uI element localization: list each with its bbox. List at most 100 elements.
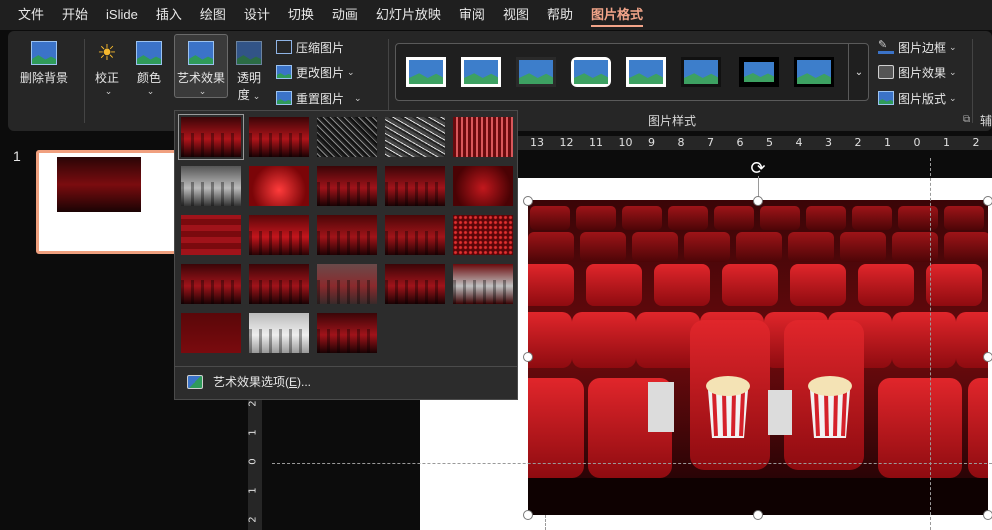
menu-item[interactable]: iSlide: [97, 0, 147, 30]
resize-handle-right[interactable]: [983, 352, 992, 362]
menu-item[interactable]: 动画: [323, 0, 367, 30]
effect-paint-brush[interactable]: [317, 166, 377, 206]
resize-handle-top-left[interactable]: [523, 196, 533, 206]
resize-handle-bottom-right[interactable]: [983, 510, 992, 520]
picture-border-button[interactable]: ✎ 图片边框 ⌄: [878, 37, 957, 57]
ruler-tick-label: 2: [972, 136, 980, 149]
corrections-button[interactable]: ☀ 校正 ⌄: [94, 40, 120, 97]
compress-label: 压缩图片: [296, 40, 345, 55]
slide-number: 1: [13, 148, 21, 164]
slide-thumbnail-image: [57, 157, 141, 212]
effect-line-drawing[interactable]: [453, 117, 513, 157]
menu-item[interactable]: 绘图: [191, 0, 235, 30]
artistic-effects-icon: [188, 41, 214, 65]
effect-mosaic-bubbles[interactable]: [385, 215, 445, 255]
menu-item[interactable]: 审阅: [450, 0, 494, 30]
effect-plastic-wrap[interactable]: [453, 264, 513, 304]
picture-layout-button[interactable]: 图片版式 ⌄: [878, 88, 957, 108]
effect-none[interactable]: [178, 114, 244, 160]
color-label: 颜色: [136, 71, 161, 85]
artistic-effects-gallery: 艺术效果选项(E)...: [174, 110, 518, 400]
effect-paint-strokes[interactable]: [249, 166, 309, 206]
menu-item[interactable]: 帮助: [538, 0, 582, 30]
ruler-tick-label: 2: [247, 516, 259, 523]
effect-photocopy[interactable]: [249, 313, 309, 353]
ruler-tick-label: 0: [913, 136, 921, 149]
chevron-down-icon: ⌄: [146, 86, 155, 96]
ruler-tick-label: 8: [677, 136, 685, 149]
artistic-effects-label: 艺术效果: [176, 71, 225, 85]
change-picture-icon: [276, 65, 292, 79]
ruler-tick-label: 6: [736, 136, 744, 149]
slide-thumbnail[interactable]: [36, 150, 184, 254]
effect-glass[interactable]: [453, 215, 513, 255]
effect-chalk-sketch[interactable]: [181, 166, 241, 206]
picture-style-6[interactable]: [681, 57, 721, 87]
effect-glow-edges[interactable]: [317, 313, 377, 353]
color-button[interactable]: 颜色 ⌄: [136, 41, 162, 97]
effect-texturizer[interactable]: [249, 264, 309, 304]
menu-item[interactable]: 开始: [53, 0, 97, 30]
guide-horizontal: [272, 463, 992, 464]
effect-pastels-smooth[interactable]: [385, 264, 445, 304]
border-label: 图片边框: [898, 40, 947, 55]
cinema-seats-image: [528, 200, 988, 515]
rotate-handle-icon[interactable]: ⟳: [748, 158, 768, 178]
reset-picture-button[interactable]: 重置图片 ⌄: [276, 88, 362, 108]
selected-picture[interactable]: [528, 200, 988, 515]
picture-style-8[interactable]: [794, 57, 834, 87]
menu-item[interactable]: 切换: [279, 0, 323, 30]
compress-pictures-button[interactable]: 压缩图片: [276, 37, 344, 57]
ruler-tick-label: 9: [648, 136, 655, 149]
styles-more-button[interactable]: ⌄: [848, 44, 869, 100]
menu-item[interactable]: 插入: [147, 0, 191, 30]
picture-style-4[interactable]: [571, 57, 611, 87]
picture-style-5[interactable]: [626, 57, 666, 87]
effect-watercolor-sponge[interactable]: [249, 215, 309, 255]
remove-background-button[interactable]: 删除背景: [20, 41, 68, 86]
ruler-tick-label: 11: [589, 136, 603, 149]
artistic-effects-options-button[interactable]: 艺术效果选项(E)...: [187, 373, 311, 390]
reset-label: 重置图片: [296, 91, 345, 106]
menu-item[interactable]: 设计: [235, 0, 279, 30]
menu-item[interactable]: 视图: [494, 0, 538, 30]
ribbon-divider: [972, 39, 973, 123]
resize-handle-bottom-left[interactable]: [523, 510, 533, 520]
effect-pencil-sketch[interactable]: [385, 117, 445, 157]
effect-crisscross-etching[interactable]: [317, 264, 377, 304]
artistic-effects-button[interactable]: 艺术效果 ⌄: [174, 34, 228, 98]
compress-icon: [276, 40, 292, 54]
effect-pencil-grayscale[interactable]: [317, 117, 377, 157]
effect-light-screen[interactable]: [181, 215, 241, 255]
menu-item[interactable]: 文件: [9, 0, 53, 30]
picture-effects-button[interactable]: 图片效果 ⌄: [878, 62, 957, 82]
horizontal-ruler: 13 12 11 10 9 8 7 6 5 4 3 2 1 0 1 2: [518, 136, 992, 150]
resize-handle-top[interactable]: [753, 196, 763, 206]
effect-film-grain[interactable]: [317, 215, 377, 255]
sun-icon: ☀: [97, 40, 117, 65]
ruler-tick-label: 13: [530, 136, 544, 149]
dialog-launcher-icon[interactable]: ⧉: [963, 114, 970, 125]
effect-blur[interactable]: [453, 166, 513, 206]
effect-cement[interactable]: [181, 264, 241, 304]
ruler-tick-label: 10: [618, 136, 633, 149]
menu-item[interactable]: 幻灯片放映: [367, 0, 450, 30]
layout-icon: [878, 91, 894, 105]
transparency-button[interactable]: 透明 度 ⌄: [236, 41, 262, 103]
picture-style-7[interactable]: [739, 57, 779, 87]
picture-style-2[interactable]: [461, 57, 501, 87]
resize-handle-bottom[interactable]: [753, 510, 763, 520]
resize-handle-left[interactable]: [523, 352, 533, 362]
menu-item-picture-format[interactable]: 图片格式: [582, 0, 652, 30]
change-picture-button[interactable]: 更改图片 ⌄: [276, 62, 355, 82]
ruler-tick-label: 12: [559, 136, 574, 149]
vertical-ruler: 2 1 0 1 2: [248, 392, 262, 530]
effect-marker[interactable]: [249, 117, 309, 157]
effect-glow-diffused[interactable]: [385, 166, 445, 206]
resize-handle-top-right[interactable]: [983, 196, 992, 206]
effect-cutout[interactable]: [181, 313, 241, 353]
ruler-tick-label: 1: [247, 429, 259, 436]
picture-style-1[interactable]: [406, 57, 446, 87]
picture-style-3[interactable]: [516, 57, 556, 87]
corrections-label: 校正: [94, 71, 119, 85]
